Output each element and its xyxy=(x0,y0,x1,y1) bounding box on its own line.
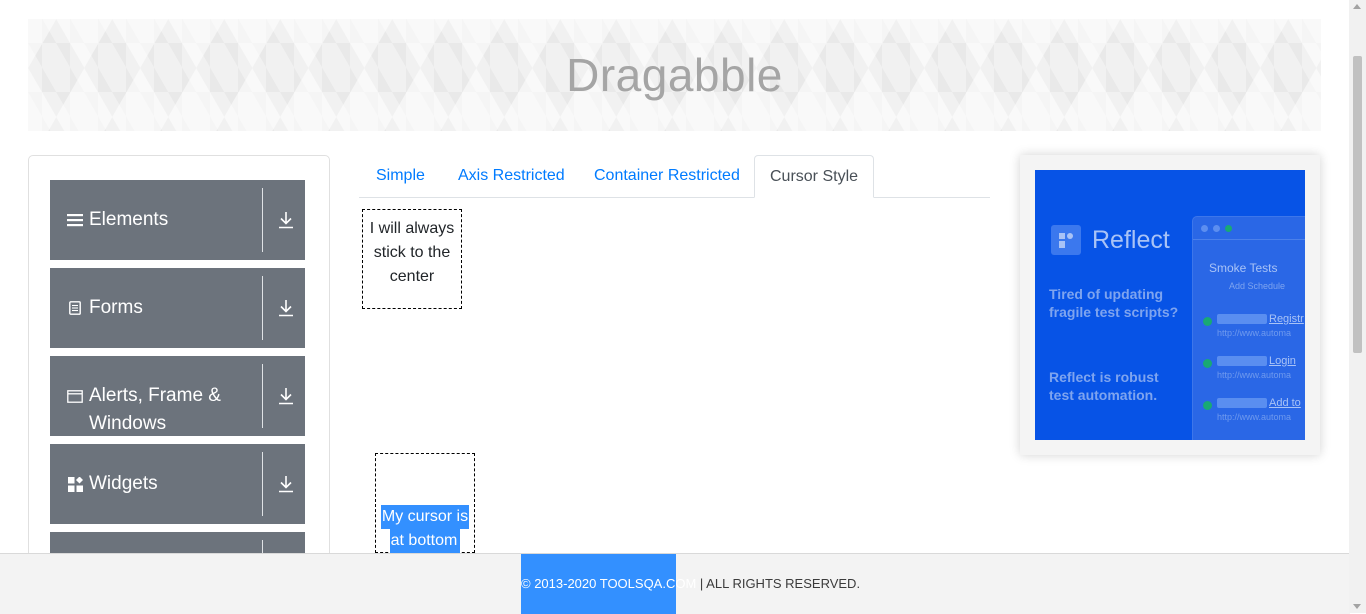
toolsqa-logo[interactable] xyxy=(740,0,790,8)
scrollbar-thumb[interactable] xyxy=(1353,56,1362,353)
tab-simple[interactable]: Simple xyxy=(360,155,441,196)
draggable-cursor-center[interactable]: I will always stick to the center xyxy=(362,209,462,309)
window-dot xyxy=(1213,225,1220,232)
page-banner: Dragabble xyxy=(28,19,1321,131)
ad-row: Add to http://www.automa xyxy=(1203,397,1305,425)
footer: © 2013-2020 TOOLSQA.COM | ALL RIGHTS RES… xyxy=(0,553,1350,614)
ad-brand: Reflect xyxy=(1092,226,1170,254)
divider xyxy=(262,452,263,516)
tab-bar: Simple Axis Restricted Container Restric… xyxy=(359,155,990,198)
ad-screenshot: Smoke Tests Add Schedule Registr http://… xyxy=(1192,216,1305,440)
tag xyxy=(1217,314,1267,324)
group-label: Alerts, Frame & Windows xyxy=(89,385,221,434)
group-forms[interactable]: Forms xyxy=(50,268,305,348)
draggable-label-line1: My cursor is xyxy=(380,505,470,529)
widgets-icon xyxy=(67,476,83,492)
row-link: Registr xyxy=(1269,313,1304,325)
divider xyxy=(262,188,263,252)
hamburger-icon xyxy=(67,212,83,228)
scroll-up-icon[interactable] xyxy=(1353,4,1361,9)
tab-container-restricted[interactable]: Container Restricted xyxy=(578,155,756,196)
draggable-cursor-bottom[interactable]: My cursor is at bottom xyxy=(375,453,475,553)
ad-banner[interactable]: Reflect Tired of updating fragile test s… xyxy=(1035,170,1305,440)
group-alerts-frame-windows[interactable]: Alerts, Frame & Windows xyxy=(50,356,305,436)
download-arrow-icon[interactable] xyxy=(278,387,294,405)
group-elements[interactable]: Elements xyxy=(50,180,305,260)
status-dot-icon xyxy=(1203,359,1212,368)
draggable-label: I will always stick to the center xyxy=(369,220,455,285)
divider xyxy=(262,364,263,428)
window-icon xyxy=(67,388,83,404)
scroll-down-icon[interactable] xyxy=(1353,604,1361,609)
footer-copyright: © 2013-2020 TOOLSQA.COM xyxy=(521,576,697,591)
download-arrow-icon[interactable] xyxy=(278,299,294,317)
window-title: Smoke Tests xyxy=(1209,261,1278,275)
ad-headline: Tired of updating fragile test scripts? xyxy=(1049,286,1179,320)
vertical-scrollbar[interactable] xyxy=(1349,0,1366,613)
draggable-label-line2: at bottom xyxy=(389,529,461,553)
tab-cursor-style[interactable]: Cursor Style xyxy=(754,155,875,198)
reflect-logo-icon xyxy=(1051,225,1081,255)
status-dot-icon xyxy=(1203,401,1212,410)
row-url: http://www.automa xyxy=(1217,370,1292,380)
document-icon xyxy=(67,300,83,316)
row-url: http://www.automa xyxy=(1217,328,1292,338)
window-titlebar xyxy=(1193,217,1305,240)
status-dot-icon xyxy=(1203,317,1212,326)
page-title: Dragabble xyxy=(566,49,783,101)
group-label: Forms xyxy=(89,297,143,318)
group-label: Elements xyxy=(89,209,169,230)
window-dot xyxy=(1201,225,1208,232)
row-url: http://www.automa xyxy=(1217,412,1292,422)
row-link: Login xyxy=(1269,355,1296,367)
footer-text: © 2013-2020 TOOLSQA.COM | ALL RIGHTS RES… xyxy=(521,554,860,614)
advertisement[interactable]: Reflect Tired of updating fragile test s… xyxy=(1020,155,1320,455)
ad-tagline: Reflect is robust test automation. xyxy=(1049,369,1159,403)
footer-rights: | ALL RIGHTS RESERVED. xyxy=(696,576,861,591)
group-label: Widgets xyxy=(89,473,158,494)
group-widgets[interactable]: Widgets xyxy=(50,444,305,524)
tab-axis-restricted[interactable]: Axis Restricted xyxy=(442,155,581,196)
tag xyxy=(1217,398,1267,408)
ad-row: Registr http://www.automa xyxy=(1203,313,1305,341)
row-link: Add to xyxy=(1269,397,1301,409)
tag xyxy=(1217,356,1267,366)
window-dot xyxy=(1225,225,1232,232)
left-panel: Elements Forms Alerts, Frame & Windows W… xyxy=(28,155,330,577)
download-arrow-icon[interactable] xyxy=(278,475,294,493)
download-arrow-icon[interactable] xyxy=(278,211,294,229)
divider xyxy=(262,276,263,340)
ad-row: Login http://www.automa xyxy=(1203,355,1305,383)
window-subtitle: Add Schedule xyxy=(1229,281,1286,291)
